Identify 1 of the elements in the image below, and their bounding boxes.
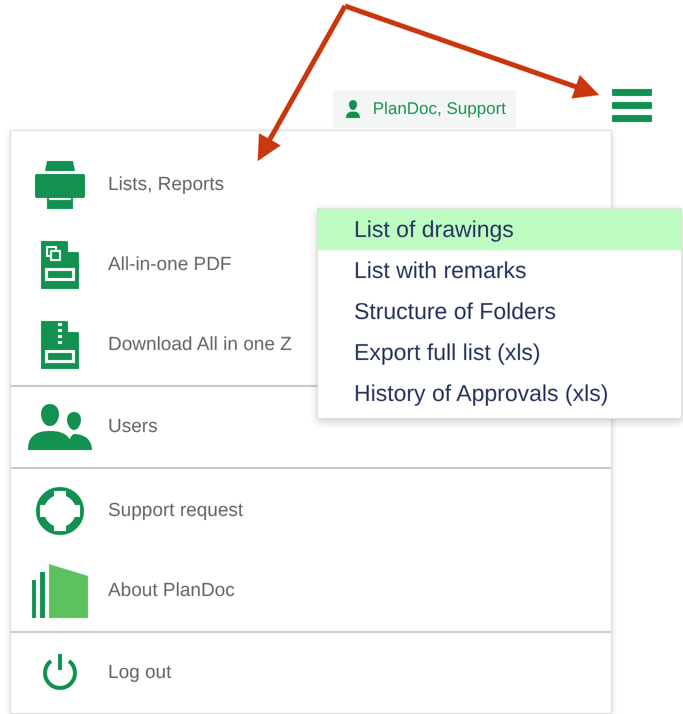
user-name: PlanDoc, Support	[372, 99, 506, 119]
